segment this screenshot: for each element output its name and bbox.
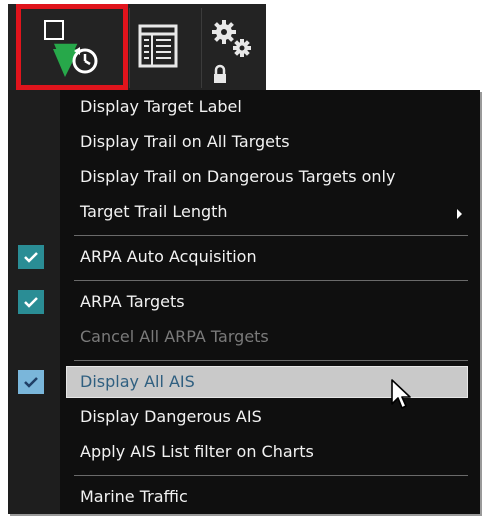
menu-item-label: Display Trail on All Targets bbox=[80, 132, 290, 151]
menu-item-label: Display Target Label bbox=[80, 97, 242, 116]
checkmark-icon bbox=[18, 290, 44, 314]
context-menu: Display Target Label Display Trail on Al… bbox=[8, 90, 480, 514]
menu-item-label: Marine Traffic bbox=[80, 487, 188, 506]
menu-item-arpa-targets[interactable]: ARPA Targets bbox=[8, 285, 480, 319]
menu-item-label: Cancel All ARPA Targets bbox=[80, 327, 269, 346]
menu-item-apply-ais-filter[interactable]: Apply AIS List filter on Charts bbox=[8, 435, 480, 469]
menu-separator bbox=[74, 475, 468, 476]
menu-item-display-target-label[interactable]: Display Target Label bbox=[8, 90, 480, 124]
settings-lock-icon bbox=[212, 20, 251, 83]
screenshot-stage: Display Target Label Display Trail on Al… bbox=[0, 0, 489, 519]
menu-item-arpa-auto-acquisition[interactable]: ARPA Auto Acquisition bbox=[8, 240, 480, 274]
checkmark-icon bbox=[18, 245, 44, 269]
list-table-icon bbox=[138, 24, 178, 68]
menu-item-target-trail-length[interactable]: Target Trail Length bbox=[8, 195, 480, 229]
menu-item-display-trail-all[interactable]: Display Trail on All Targets bbox=[8, 125, 480, 159]
checkmark-icon bbox=[18, 370, 44, 394]
toolbar bbox=[8, 4, 266, 90]
menu-item-label: Display Dangerous AIS bbox=[80, 407, 262, 426]
menu-item-label: Display All AIS bbox=[80, 372, 195, 391]
settings-button[interactable] bbox=[202, 4, 266, 90]
menu-item-label: ARPA Auto Acquisition bbox=[80, 247, 257, 266]
menu-item-label: Apply AIS List filter on Charts bbox=[80, 442, 314, 461]
submenu-arrow-icon bbox=[457, 209, 462, 219]
target-list-button[interactable] bbox=[130, 4, 200, 90]
target-display-icon bbox=[44, 20, 98, 77]
menu-item-marine-traffic[interactable]: Marine Traffic bbox=[8, 480, 480, 514]
menu-item-label: ARPA Targets bbox=[80, 292, 185, 311]
menu-separator bbox=[74, 360, 468, 361]
mouse-cursor-icon bbox=[391, 379, 411, 409]
menu-item-display-trail-dangerous[interactable]: Display Trail on Dangerous Targets only bbox=[8, 160, 480, 194]
target-display-button[interactable] bbox=[16, 4, 128, 90]
menu-separator bbox=[74, 235, 468, 236]
menu-item-label: Target Trail Length bbox=[80, 202, 228, 221]
menu-item-label: Display Trail on Dangerous Targets only bbox=[80, 167, 396, 186]
menu-item-cancel-arpa-targets: Cancel All ARPA Targets bbox=[8, 320, 480, 354]
menu-separator bbox=[74, 280, 468, 281]
